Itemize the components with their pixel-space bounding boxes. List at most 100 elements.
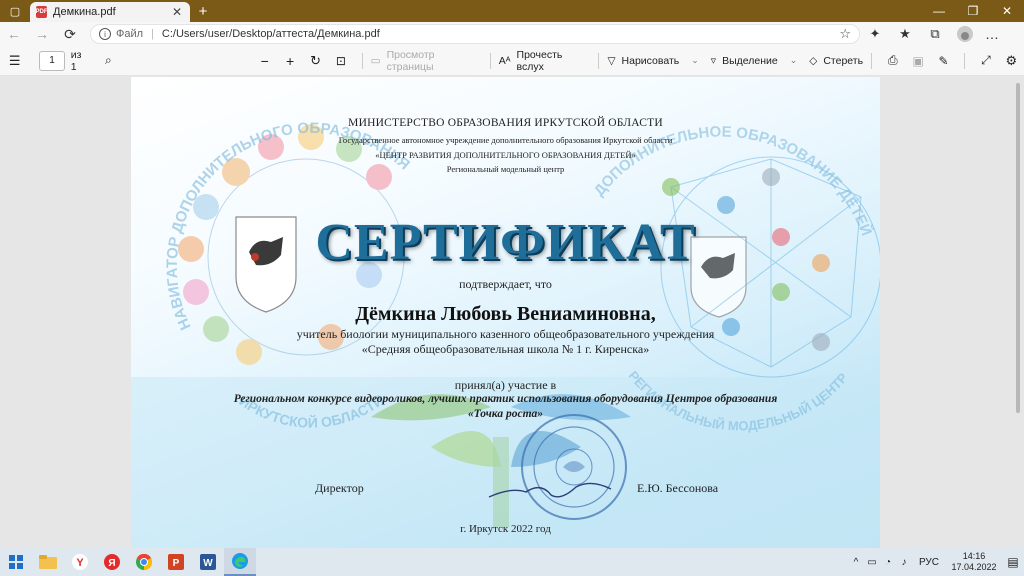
confirms-text: подтверждает, что [459,277,552,291]
windows-taskbar: Y Я P W ^ ▭ ◔ ♪ РУС 14:16 17.04.2022 ▤ [0,548,1024,576]
contest-name-line-1: Региональном конкурсе видеороликов, лучш… [233,393,778,405]
system-tray: ^ ▭ ◔ ♪ РУС 14:16 17.04.2022 ▤ [848,551,1024,573]
tab-actions-icon[interactable]: ▢ [0,0,30,22]
more-menu-icon[interactable]: … [980,26,1004,42]
zoom-in-icon[interactable]: + [277,50,302,72]
read-aloud-button[interactable]: Aᴬ Прочесть вслух [498,48,591,73]
page-view-button: ▭ Просмотр страницы [370,48,482,73]
battery-icon[interactable]: ▭ [864,557,880,568]
contents-icon[interactable]: ☰ [0,50,29,72]
start-windows-icon[interactable] [0,548,32,576]
institution-line-2: «ЦЕНТР РАЗВИТИЯ ДОПОЛНИТЕЛЬНОГО ОБРАЗОВА… [375,150,636,160]
draw-label: Нарисовать [621,54,680,67]
edge-browser-icon[interactable] [224,548,256,576]
draw-button[interactable]: ▽ Нарисовать ⌄ [607,50,698,72]
search-icon[interactable]: ⌕ [94,50,123,72]
minimize-button[interactable]: — [922,0,956,22]
erase-button[interactable]: ◇ Стереть [809,50,863,72]
svg-text:W: W [203,558,213,569]
url-text[interactable]: C:/Users/user/Desktop/аттеста/Демкина.pd… [162,28,839,40]
toolbar-divider [871,52,873,69]
contest-name-line-2: «Точка роста» [467,408,544,420]
chrome-icon[interactable] [128,548,160,576]
save-as-icon[interactable]: ✎ [931,50,956,72]
highlight-button[interactable]: ▿ Выделение ⌄ [711,50,797,72]
system-clock[interactable]: 14:16 17.04.2022 [946,551,1002,573]
page-count-label: из 1 [70,48,82,73]
draw-chevron-down-icon[interactable]: ⌄ [691,55,699,66]
profile-avatar[interactable] [957,26,973,42]
position-line-2: «Средняя общеобразовательная школа № 1 г… [361,342,650,356]
svg-text:Я: Я [108,558,115,569]
info-icon[interactable]: i [99,28,111,40]
highlight-chevron-down-icon[interactable]: ⌄ [790,55,798,66]
speaker-icon[interactable]: ♪ [896,557,912,568]
institution-line-3: Региональный модельный центр [446,164,565,174]
toolbar-divider [489,52,491,69]
erase-label: Стереть [823,54,864,67]
fit-page-icon[interactable]: ⊡ [328,50,353,72]
highlight-label: Выделение [722,54,778,67]
back-button[interactable]: ← [0,26,28,42]
fullscreen-icon[interactable]: ⤢ [973,50,998,72]
word-icon[interactable]: W [192,548,224,576]
url-field[interactable]: i Файл | C:/Users/user/Desktop/аттеста/Д… [90,24,860,44]
city-year: г. Иркутск 2022 год [460,523,551,535]
new-tab-button[interactable]: + [190,0,216,22]
extensions-icon[interactable]: ✦ [860,26,890,42]
vertical-scrollbar[interactable] [1016,83,1020,413]
position-line-1: учитель биологии муниципального казенног… [296,327,715,341]
browser-tab[interactable]: PDF Демкина.pdf ✕ [30,2,190,22]
refresh-button[interactable]: ⟳ [56,26,84,43]
highlight-icon: ▿ [710,54,717,67]
certificate-title: СЕРТИФИКАТ [315,214,696,271]
settings-gear-icon[interactable]: ⚙ [999,50,1024,72]
forward-button[interactable]: → [28,26,56,42]
read-aloud-icon: Aᴬ [498,54,511,67]
director-label: Директор [315,481,364,495]
rotate-icon[interactable]: ↻ [303,50,328,72]
toolbar-divider [361,52,363,69]
pdf-toolbar: ☰ 1 из 1 ⌕ − + ↻ ⊡ ▭ Просмотр страницы A… [0,46,1024,76]
tab-close-icon[interactable]: ✕ [170,5,184,19]
language-indicator[interactable]: РУС [912,557,946,568]
recipient-name: Дёмкина Любовь Вениаминовна, [355,303,656,325]
zoom-out-icon[interactable]: − [252,50,277,72]
yandex-browser-icon[interactable]: Я [96,548,128,576]
file-explorer-icon[interactable] [32,548,64,576]
close-window-button[interactable]: ✕ [990,0,1024,22]
favorite-star-icon[interactable]: ☆ [839,26,851,42]
clock-time: 14:16 [962,551,986,561]
page-view-icon: ▭ [370,54,381,67]
yandex-icon[interactable]: Y [64,548,96,576]
ministry-heading: МИНИСТЕРСТВО ОБРАЗОВАНИЯ ИРКУТСКОЙ ОБЛАС… [348,117,663,129]
print-icon[interactable]: ⎙ [880,50,905,72]
network-icon[interactable]: ◔ [880,557,896,568]
favorites-icon[interactable]: ★ [890,26,920,42]
save-icon: ▣ [912,53,924,68]
director-name: Е.Ю. Бессонова [637,481,719,495]
read-aloud-label: Прочесть вслух [516,48,563,73]
toolbar-divider [598,52,600,69]
page-number-input[interactable]: 1 [39,50,65,71]
powerpoint-icon[interactable]: P [160,548,192,576]
notifications-icon[interactable]: ▤ [1002,555,1024,569]
address-bar: ← → ⟳ i Файл | C:/Users/user/Desktop/атт… [0,22,1024,46]
page-view-label: Просмотр страницы [386,48,435,73]
svg-text:Y: Y [76,557,84,569]
title-bar: ▢ PDF Демкина.pdf ✕ + — ❐ ✕ [0,0,1024,22]
show-hidden-icons-chevron-icon[interactable]: ^ [848,557,864,568]
eraser-icon: ◇ [809,54,818,67]
url-separator: | [151,28,154,40]
institution-line-1: Государственное автономное учреждение до… [338,135,673,145]
pdf-document-area[interactable]: НАВИГАТОР ДОПОЛНИТЕЛЬНОГО ОБРАЗОВАНИЯ ИР… [0,77,1024,548]
tab-title: Демкина.pdf [53,6,116,18]
collections-icon[interactable]: ⧉ [920,26,950,42]
clock-date: 17.04.2022 [951,562,997,572]
pdf-file-icon: PDF [36,6,48,18]
pdf-page: НАВИГАТОР ДОПОЛНИТЕЛЬНОГО ОБРАЗОВАНИЯ ИР… [131,77,880,548]
toolbar-divider [964,52,966,69]
draw-icon: ▽ [607,54,616,67]
participation-text: принял(а) участие в [454,378,557,392]
restore-button[interactable]: ❐ [956,0,990,22]
